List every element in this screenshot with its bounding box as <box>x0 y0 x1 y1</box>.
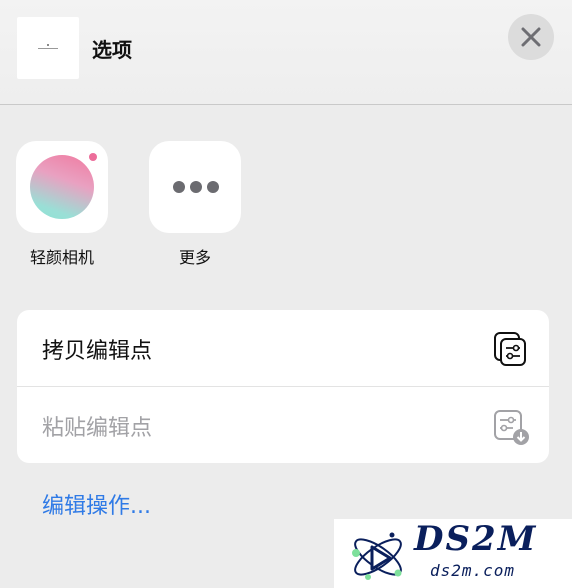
copy-edits-row[interactable]: 拷贝编辑点 <box>17 310 549 387</box>
ellipsis-dots <box>173 181 219 193</box>
paste-edits-icon <box>494 410 529 445</box>
app-item-more[interactable]: 更多 <box>149 141 243 268</box>
watermark-url: ds2m.com <box>430 561 516 580</box>
thumbnail-caption <box>38 48 58 49</box>
edit-actions-link[interactable]: 编辑操作... <box>42 488 151 520</box>
close-icon <box>521 27 541 47</box>
more-dots-icon[interactable] <box>149 141 241 233</box>
watermark: DS2M ds2m.com <box>334 519 572 588</box>
copy-edits-label: 拷贝编辑点 <box>42 339 153 364</box>
camera-app-gradient <box>30 155 94 219</box>
atom-logo-icon <box>352 532 402 580</box>
sheet-title: 选项 <box>92 38 132 62</box>
sheet-header: 选项 <box>0 0 572 105</box>
actions-card: 拷贝编辑点 粘贴编辑点 <box>17 310 549 463</box>
paste-edits-label: 粘贴编辑点 <box>42 416 153 441</box>
thumbnail-mark <box>47 44 49 46</box>
camera-app-icon[interactable] <box>16 141 108 233</box>
close-button[interactable] <box>508 14 554 60</box>
paste-edits-row[interactable]: 粘贴编辑点 <box>17 387 549 463</box>
copy-edits-icon <box>494 332 526 366</box>
camera-app-dot <box>89 153 97 161</box>
app-label-more: 更多 <box>178 248 211 267</box>
watermark-brand: DS2M <box>414 519 538 559</box>
app-item-camera[interactable]: 轻颜相机 <box>16 141 110 268</box>
photo-thumbnail <box>17 17 79 79</box>
app-label-camera: 轻颜相机 <box>29 248 94 267</box>
